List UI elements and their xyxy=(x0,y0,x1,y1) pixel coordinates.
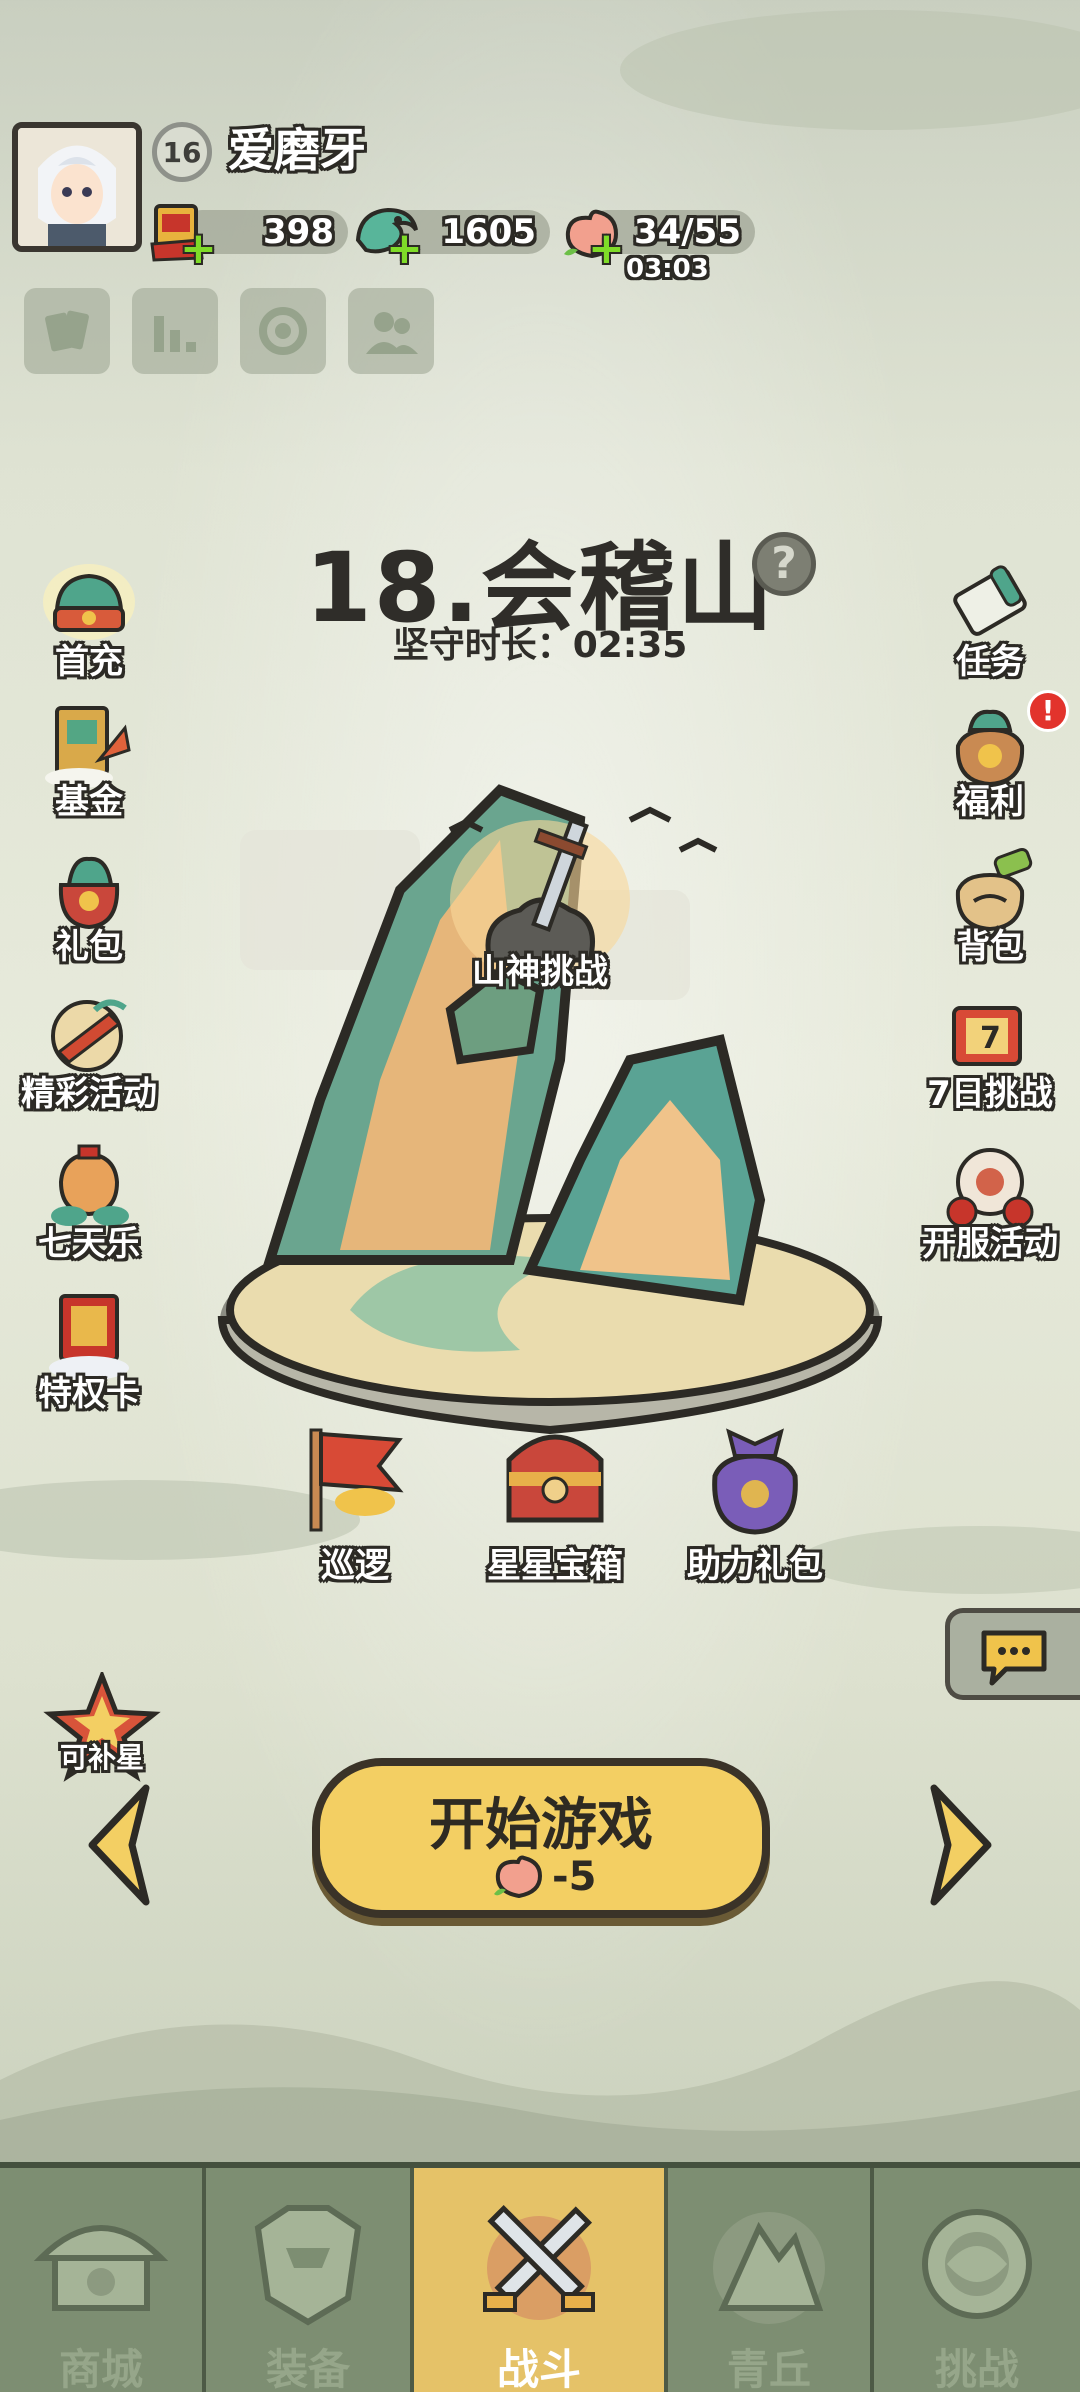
assist-gift-bag-icon xyxy=(712,1428,798,1535)
chat-button[interactable] xyxy=(945,1608,1080,1700)
seven-day-challenge-icon: 7 xyxy=(952,1006,1022,1066)
friends-button[interactable] xyxy=(348,288,434,374)
tab-shop[interactable]: 商城 xyxy=(0,2168,206,2392)
right-menu-label: 开服活动 xyxy=(922,1224,1058,1264)
boss-challenge-button[interactable]: 山神挑战 xyxy=(450,950,630,994)
task-scroll-icon xyxy=(953,565,1027,636)
tab-qingqiu[interactable]: 青丘 xyxy=(668,2168,874,2392)
ranking-button[interactable] xyxy=(132,288,218,374)
right-menu-label: 7日挑战 xyxy=(927,1074,1053,1114)
tab-equipment[interactable]: 装备 xyxy=(206,2168,414,2392)
fund-icon xyxy=(45,706,131,788)
jade-value: 1605 xyxy=(441,212,536,252)
welfare-alert-badge: ! xyxy=(1027,690,1069,732)
ranking-icon xyxy=(154,316,196,352)
seven-day-icon xyxy=(51,1144,129,1226)
star-chest-icon xyxy=(506,1434,604,1523)
right-menu-task[interactable]: 任务 xyxy=(905,560,1075,690)
right-menu-label: 福利 xyxy=(956,782,1024,822)
tab-challenge[interactable]: 挑战 xyxy=(874,2168,1080,2392)
left-menu-first-recharge[interactable]: 首充 xyxy=(4,560,174,690)
star-chest-label: 星星宝箱 xyxy=(487,1546,623,1586)
chat-bubble-icon xyxy=(981,1630,1047,1686)
tab-label: 青丘 xyxy=(726,2345,811,2392)
tab-battle[interactable]: 战斗 xyxy=(414,2168,668,2392)
battle-icon xyxy=(483,2204,595,2320)
left-menu-gift-pack[interactable]: 礼包 xyxy=(4,845,174,975)
patrol-flag-icon xyxy=(309,1428,404,1532)
add-jade-button[interactable]: + xyxy=(386,227,423,271)
peach-icon xyxy=(494,1855,543,1899)
cards-button[interactable] xyxy=(24,288,110,374)
welfare-bag-icon xyxy=(955,709,1025,787)
help-button[interactable]: ? xyxy=(752,532,816,596)
events-icon xyxy=(51,999,127,1072)
left-menu-seven-day[interactable]: 七天乐 xyxy=(4,1142,174,1272)
left-menu-fund[interactable]: 基金 xyxy=(4,700,174,830)
right-menu-label: 任务 xyxy=(956,642,1024,682)
settings-button[interactable] xyxy=(240,288,326,374)
cards-icon xyxy=(45,310,89,352)
privilege-card-icon xyxy=(49,1294,129,1380)
star-badge-label: 可补星 xyxy=(59,1741,144,1774)
tab-label: 商城 xyxy=(58,2345,143,2392)
add-tickets-button[interactable]: + xyxy=(180,227,217,271)
backpack-icon xyxy=(955,847,1033,932)
assist-gift-button[interactable]: 助力礼包 xyxy=(655,1420,855,1588)
shop-icon xyxy=(33,2225,169,2311)
add-stamina-button[interactable]: + xyxy=(588,227,625,271)
equipment-icon xyxy=(254,2205,362,2326)
player-avatar[interactable] xyxy=(12,122,142,252)
patrol-button[interactable]: 巡逻 xyxy=(255,1420,455,1588)
friends-icon xyxy=(366,312,418,354)
right-menu-label: 背包 xyxy=(956,927,1024,967)
right-menu-backpack[interactable]: 背包 xyxy=(905,845,1075,975)
left-menu-privilege-card[interactable]: 特权卡 xyxy=(4,1292,174,1422)
left-menu-label: 七天乐 xyxy=(38,1224,140,1264)
svg-text:7: 7 xyxy=(980,1021,1001,1056)
gift-pack-icon xyxy=(58,856,120,930)
stamina-value: 34/55 xyxy=(633,212,741,252)
left-menu-label: 特权卡 xyxy=(38,1374,140,1414)
assist-gift-label: 助力礼包 xyxy=(687,1546,823,1586)
player-level-badge: 16 xyxy=(152,122,212,182)
tab-label: 挑战 xyxy=(934,2345,1019,2392)
question-icon: ? xyxy=(771,538,797,589)
tab-label: 战斗 xyxy=(496,2345,581,2392)
right-menu-seven-day-challenge[interactable]: 7 7日挑战 xyxy=(905,992,1075,1122)
stamina-timer: 03:03 xyxy=(626,254,709,284)
patrol-label: 巡逻 xyxy=(321,1546,389,1586)
left-menu-label: 礼包 xyxy=(55,927,123,967)
star-chest-button[interactable]: 星星宝箱 xyxy=(455,1420,655,1588)
player-name: 爱磨牙 xyxy=(228,123,366,177)
gear-icon xyxy=(259,307,307,355)
left-menu-label: 精彩活动 xyxy=(21,1074,157,1114)
start-game-button[interactable]: 开始游戏 -5 xyxy=(312,1758,770,1918)
right-menu-server-event[interactable]: 开服活动 xyxy=(905,1142,1075,1272)
server-event-icon xyxy=(946,1148,1034,1228)
right-menu-welfare[interactable]: 福利 ! xyxy=(905,690,1075,830)
left-menu-label: 首充 xyxy=(55,642,123,682)
bottom-navigation: 商城 装备 战斗 青丘 挑战 xyxy=(0,2162,1080,2392)
prev-stage-arrow-icon[interactable] xyxy=(80,1780,160,1910)
first-recharge-icon xyxy=(43,564,135,640)
start-game-label: 开始游戏 xyxy=(429,1793,653,1858)
next-stage-arrow-icon[interactable] xyxy=(920,1780,1000,1910)
challenge-icon xyxy=(922,2209,1032,2319)
left-menu-events[interactable]: 精彩活动 xyxy=(4,992,174,1122)
qingqiu-icon xyxy=(713,2212,825,2324)
left-menu-label: 基金 xyxy=(55,782,123,822)
tickets-value: 398 xyxy=(263,212,334,252)
tab-label: 装备 xyxy=(265,2345,350,2392)
start-game-cost: -5 xyxy=(552,1854,597,1900)
